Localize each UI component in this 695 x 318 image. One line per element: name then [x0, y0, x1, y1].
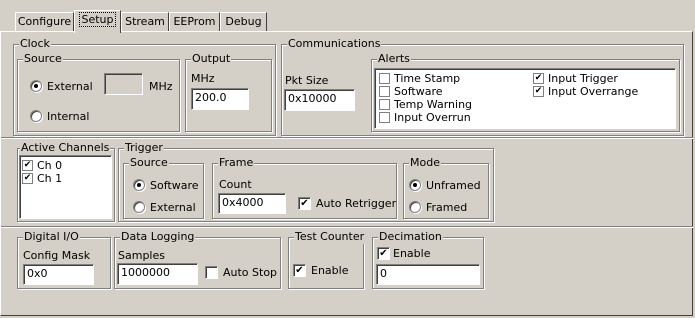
- alert-time-stamp-label: Time Stamp: [394, 72, 461, 85]
- auto-stop-checkbox[interactable]: [205, 266, 218, 279]
- alert-temp-warning-checkbox[interactable]: [379, 99, 390, 110]
- tab-eeprom[interactable]: EEProm: [169, 12, 220, 31]
- alert-time-stamp-checkbox[interactable]: [379, 73, 390, 84]
- channel-0-checkbox[interactable]: [22, 160, 33, 171]
- clock-mhz-unit: MHz: [149, 80, 173, 93]
- alert-input-overrun-label: Input Overrun: [394, 111, 471, 124]
- decimation-input[interactable]: 0: [376, 264, 480, 285]
- alert-input-trigger-label: Input Trigger: [548, 72, 618, 85]
- tab-setup-label: Setup: [79, 12, 116, 27]
- clock-source-title: Source: [23, 52, 63, 66]
- trigger-title: Trigger: [124, 141, 164, 155]
- tab-setup[interactable]: Setup: [74, 10, 121, 33]
- mode-framed-radio[interactable]: [409, 201, 421, 213]
- test-counter-group: Test Counter: [288, 230, 366, 289]
- trigger-external-radio[interactable]: [133, 201, 145, 213]
- active-channels-title: Active Channels: [20, 141, 111, 155]
- trigger-frame-title: Frame: [218, 156, 255, 170]
- mode-unframed-label: Unframed: [426, 179, 481, 192]
- channel-1-label: Ch 1: [37, 172, 63, 185]
- frame-count-label: Count: [219, 178, 252, 191]
- row-separator: [1, 226, 693, 228]
- tab-configure-label: Configure: [17, 15, 72, 28]
- channel-0-label: Ch 0: [37, 159, 63, 172]
- tab-stream-label: Stream: [125, 15, 165, 28]
- mode-framed-label: Framed: [426, 201, 468, 214]
- auto-retrigger-label: Auto Retrigger: [316, 197, 397, 210]
- decimation-enable-checkbox[interactable]: [377, 247, 390, 260]
- test-counter-enable-label: Enable: [311, 264, 349, 277]
- alert-input-overrange-label: Input Overrange: [548, 85, 639, 98]
- alert-input-overrange-checkbox[interactable]: [533, 86, 544, 97]
- alert-software-checkbox[interactable]: [379, 86, 390, 97]
- clock-external-mhz-field[interactable]: [104, 73, 143, 95]
- pkt-size-input[interactable]: 0x10000: [284, 89, 355, 111]
- tab-stream[interactable]: Stream: [121, 12, 169, 31]
- clock-title: Clock: [19, 37, 51, 51]
- communications-title: Communications: [287, 37, 382, 51]
- clock-source-group: Source: [17, 52, 180, 132]
- clock-external-label: External: [47, 80, 93, 93]
- test-counter-enable-checkbox[interactable]: [293, 264, 306, 277]
- clock-external-radio[interactable]: [30, 80, 42, 92]
- samples-input[interactable]: 1000000: [117, 263, 198, 285]
- decimation-enable-label: Enable: [393, 247, 431, 260]
- digital-io-title: Digital I/O: [23, 230, 80, 244]
- auto-retrigger-checkbox[interactable]: [298, 197, 311, 210]
- data-logging-title: Data Logging: [120, 230, 196, 244]
- clock-internal-label: Internal: [47, 110, 90, 123]
- alert-input-overrun-checkbox[interactable]: [379, 112, 390, 123]
- channel-1-checkbox[interactable]: [22, 173, 33, 184]
- test-counter-title: Test Counter: [294, 230, 366, 244]
- output-mhz-input[interactable]: 200.0: [191, 88, 249, 110]
- tab-eeprom-label: EEProm: [173, 15, 216, 28]
- output-mhz-label: MHz: [191, 72, 215, 85]
- clock-internal-radio[interactable]: [30, 110, 42, 122]
- alert-software-label: Software: [394, 85, 443, 98]
- clock-output-title: Output: [191, 52, 232, 66]
- tab-debug-label: Debug: [225, 15, 262, 28]
- trigger-source-title: Source: [129, 156, 169, 170]
- alerts-title: Alerts: [377, 52, 411, 66]
- trigger-external-label: External: [150, 201, 196, 214]
- alert-input-trigger-checkbox[interactable]: [533, 73, 544, 84]
- config-mask-label: Config Mask: [23, 249, 91, 262]
- trigger-software-radio[interactable]: [133, 179, 145, 191]
- mode-unframed-radio[interactable]: [409, 179, 421, 191]
- tab-configure[interactable]: Configure: [15, 12, 74, 31]
- frame-count-input[interactable]: 0x4000: [218, 193, 286, 214]
- decimation-title: Decimation: [378, 230, 443, 244]
- trigger-mode-title: Mode: [409, 156, 441, 170]
- samples-label: Samples: [118, 249, 165, 262]
- auto-stop-label: Auto Stop: [223, 266, 278, 279]
- alert-temp-warning-label: Temp Warning: [394, 98, 473, 111]
- config-mask-input[interactable]: 0x0: [23, 264, 94, 285]
- trigger-software-label: Software: [150, 179, 199, 192]
- row-separator: [1, 137, 693, 139]
- pkt-size-label: Pkt Size: [285, 74, 329, 87]
- tab-debug[interactable]: Debug: [220, 12, 267, 31]
